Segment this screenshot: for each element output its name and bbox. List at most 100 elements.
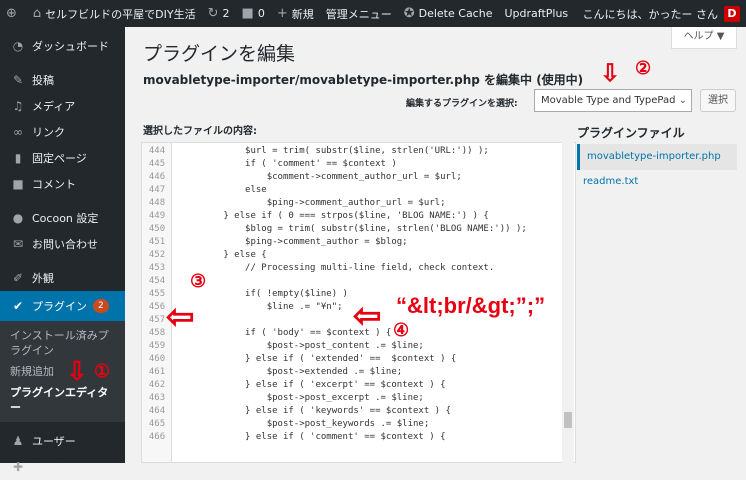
- plugin-file-readme[interactable]: readme.txt: [583, 172, 638, 192]
- menu-cocoon[interactable]: ● Cocoon 設定: [0, 205, 125, 231]
- menu-appearance[interactable]: ✐ 外観: [0, 265, 125, 291]
- code-line: 462 } else if ( 'excerpt' == $context ) …: [142, 379, 575, 392]
- select-button[interactable]: 選択: [700, 89, 736, 112]
- menu-label: プラグイン: [32, 298, 87, 314]
- menu-dashboard[interactable]: ◔ ダッシュボード: [0, 33, 125, 59]
- menu-tools[interactable]: ✚ ツール: [0, 454, 125, 480]
- code-line: 466 } else if ( 'comment' == $context ) …: [142, 431, 575, 444]
- line-number: 449: [142, 210, 172, 223]
- link-icon: ∞: [10, 125, 26, 139]
- updraftplus-link[interactable]: UpdraftPlus: [498, 0, 574, 27]
- site-name: セルフビルドの平屋でDIY生活: [45, 6, 195, 22]
- line-code: } else if ( 'extended' == $context ) {: [172, 353, 456, 366]
- brush-icon: ✐: [10, 271, 26, 285]
- menu-posts[interactable]: ✎投稿: [0, 67, 125, 93]
- new-label: 新規: [292, 6, 314, 22]
- file-content-label: 選択したファイルの内容:: [143, 122, 257, 137]
- admin-menu-link[interactable]: 管理メニュー: [320, 0, 398, 27]
- plugin-select[interactable]: Movable Type and TypePad I⌄: [534, 89, 692, 112]
- admin-bar: ⊕ ⌂セルフビルドの平屋でDIY生活 ↻2 ■0 +新規 管理メニュー ✪Del…: [0, 0, 746, 27]
- line-code: } else {: [172, 249, 267, 262]
- line-code: } else if ( 0 === strpos($line, 'BLOG NA…: [172, 210, 489, 223]
- left-arrow-icon: ⇦: [166, 300, 195, 334]
- avatar: D: [724, 6, 740, 22]
- menu-comments[interactable]: ■コメント: [0, 171, 125, 197]
- line-code: $url = trim( substr($line, strlen('URL:'…: [172, 145, 489, 158]
- code-line: 461 $post->extended .= $line;: [142, 366, 575, 379]
- line-code: } else if ( 'keywords' == $context ) {: [172, 405, 451, 418]
- line-number: 460: [142, 353, 172, 366]
- plugin-update-badge: 2: [93, 299, 109, 313]
- line-code: $line .= "¥n";: [172, 301, 343, 314]
- dashboard-icon: ◔: [10, 39, 26, 53]
- line-number: 454: [142, 275, 172, 288]
- admin-sidebar: ◔ ダッシュボード ✎投稿 ♫メディア ∞リンク ▮固定ページ ■コメント ● Co…: [0, 27, 125, 463]
- line-number: 447: [142, 184, 172, 197]
- plugin-file-active[interactable]: movabletype-importer.php: [577, 144, 737, 170]
- line-number: 453: [142, 262, 172, 275]
- line-number: 459: [142, 340, 172, 353]
- comments-link[interactable]: ■0: [236, 0, 271, 27]
- menu-label: ツール: [32, 459, 65, 475]
- menu-links[interactable]: ∞リンク: [0, 119, 125, 145]
- menu-label: ダッシュボード: [32, 38, 109, 54]
- line-code: if ( 'comment' == $context ): [172, 158, 397, 171]
- home-icon: ⌂: [33, 6, 41, 21]
- annotation-3: ③: [190, 271, 206, 292]
- wp-logo-menu[interactable]: ⊕: [0, 0, 27, 27]
- site-name-link[interactable]: ⌂ セルフビルドの平屋でDIY生活: [27, 0, 202, 27]
- plugin-select-label: 編集するプラグインを選択:: [406, 96, 518, 109]
- line-code: } else if ( 'excerpt' == $context ) {: [172, 379, 446, 392]
- line-code: } else if ( 'comment' == $context ) {: [172, 431, 446, 444]
- line-code: $post->post_keywords .= $line;: [172, 418, 429, 431]
- menu-label: 外観: [32, 270, 54, 286]
- menu-plugins[interactable]: ✔プラグイン2: [0, 291, 125, 321]
- code-line: 465 $post->post_keywords .= $line;: [142, 418, 575, 431]
- comments-count: 0: [258, 7, 265, 20]
- cocoon-icon: ●: [10, 211, 26, 225]
- submenu-plugin-editor[interactable]: プラグインエディター: [0, 382, 125, 418]
- delete-cache-link[interactable]: ✪Delete Cache: [398, 0, 499, 27]
- line-code: $post->post_content .= $line;: [172, 340, 424, 353]
- editor-scrollbar[interactable]: [562, 142, 574, 463]
- my-account-link[interactable]: こんにちは、かったー さんD: [577, 0, 746, 27]
- line-code: $blog = trim( substr($line, strlen('BLOG…: [172, 223, 527, 236]
- comment-icon: ■: [242, 6, 254, 21]
- code-line: 444 $url = trim( substr($line, strlen('U…: [142, 145, 575, 158]
- line-code: $ping->comment_author = $blog;: [172, 236, 408, 249]
- down-arrow-icon: ⇩: [600, 59, 620, 88]
- wordpress-icon: ⊕: [6, 6, 17, 21]
- tool-icon: ✚: [10, 460, 26, 474]
- plugin-select-value: Movable Type and TypePad I: [541, 95, 682, 106]
- new-content-link[interactable]: +新規: [271, 0, 320, 27]
- updates-link[interactable]: ↻2: [202, 0, 236, 27]
- page-icon: ▮: [10, 151, 26, 165]
- code-line: 464 } else if ( 'keywords' == $context )…: [142, 405, 575, 418]
- line-number: 445: [142, 158, 172, 171]
- menu-media[interactable]: ♫メディア: [0, 93, 125, 119]
- line-number: 452: [142, 249, 172, 262]
- code-line: 451 $ping->comment_author = $blog;: [142, 236, 575, 249]
- editing-file-heading: movabletype-importer/movabletype-importe…: [143, 71, 583, 88]
- code-line: 459 $post->post_content .= $line;: [142, 340, 575, 353]
- menu-users[interactable]: ♟ユーザー: [0, 428, 125, 454]
- pin-icon: ✎: [10, 73, 26, 87]
- menu-label: Cocoon 設定: [32, 210, 98, 226]
- menu-contact[interactable]: ✉お問い合わせ: [0, 231, 125, 257]
- annotation-4: ④: [393, 320, 409, 341]
- line-code: $comment->comment_author_url = $url;: [172, 171, 462, 184]
- submenu-installed-plugins[interactable]: インストール済みプラグイン: [0, 325, 125, 361]
- code-line: 449 } else if ( 0 === strpos($line, 'BLO…: [142, 210, 575, 223]
- menu-pages[interactable]: ▮固定ページ: [0, 145, 125, 171]
- line-number: 466: [142, 431, 172, 444]
- line-number: 463: [142, 392, 172, 405]
- scrollbar-thumb[interactable]: [564, 412, 572, 428]
- replacement-text-annotation: “&lt;br/&gt;”;”: [396, 293, 545, 319]
- help-tab-button[interactable]: ヘルプ ▼: [671, 27, 737, 49]
- code-line: 450 $blog = trim( substr($line, strlen('…: [142, 223, 575, 236]
- code-line: 454: [142, 275, 575, 288]
- line-number: 462: [142, 379, 172, 392]
- line-code: [172, 275, 180, 288]
- delete-cache-label: Delete Cache: [419, 7, 493, 20]
- annotation-1: ①: [94, 361, 110, 382]
